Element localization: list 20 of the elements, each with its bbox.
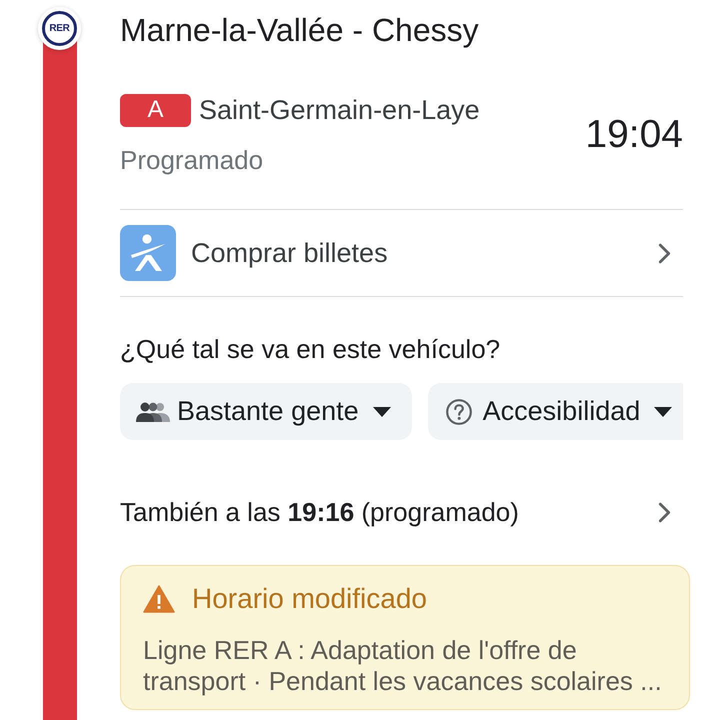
next-departure-row[interactable]: También a las 19:16 (programado) <box>120 497 683 527</box>
caret-down-icon <box>372 406 391 416</box>
destination-label: Saint-Germain-en-Laye <box>199 94 480 127</box>
warning-icon <box>143 585 175 613</box>
line-badge: A <box>120 94 191 126</box>
chevron-right-icon <box>658 242 671 264</box>
people-icon <box>136 402 170 422</box>
buy-tickets-row[interactable]: Comprar billetes <box>120 210 683 296</box>
walking-figure-icon <box>120 225 176 281</box>
status-label: Programado <box>120 144 264 176</box>
accessibility-chip[interactable]: Accesibilidad <box>428 383 683 440</box>
crowding-chip[interactable]: Bastante gente <box>120 383 412 440</box>
alert-title: Horario modificado <box>192 584 427 614</box>
alert-message: Ligne RER A : Adaptation de l'offre de transport · Pendant les vacances scolaires ... <box>143 635 663 697</box>
departure-time: 19:04 <box>585 112 683 156</box>
chevron-right-icon <box>658 502 671 522</box>
crowding-question: ¿Qué tal se va en este vehículo? <box>120 334 502 364</box>
caret-down-icon <box>654 406 672 416</box>
help-circle-icon <box>446 398 472 424</box>
stop-name: Marne-la-Vallée - Chessy <box>120 12 480 48</box>
